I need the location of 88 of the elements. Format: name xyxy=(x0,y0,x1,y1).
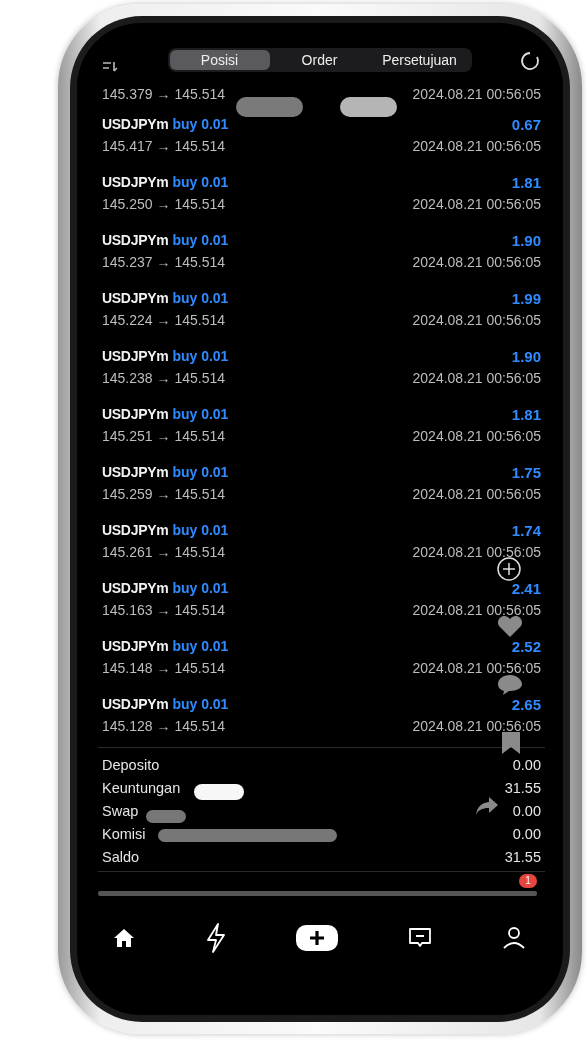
comment-icon[interactable] xyxy=(497,674,523,696)
order-side-label: buy 0.01 xyxy=(172,174,229,190)
order-side-label: buy 0.01 xyxy=(172,116,229,132)
price-range-label: 145.224 → 145.514 xyxy=(102,312,225,328)
profit-value: 1.75 xyxy=(511,463,541,481)
time-label: 2024.08.21 00:56:05 xyxy=(412,486,541,502)
summary-value: 31.55 xyxy=(504,848,541,865)
price-range-label: 145.417 → 145.514 xyxy=(102,138,225,154)
redaction-bar xyxy=(146,810,186,823)
order-side-label: buy 0.01 xyxy=(172,406,229,422)
profit-value: 1.74 xyxy=(511,521,541,539)
profit-value: 2.65 xyxy=(511,695,541,713)
profit-value: 0.67 xyxy=(511,115,541,133)
order-side-label: buy 0.01 xyxy=(172,696,229,712)
tab[interactable]: Persetujuan xyxy=(369,50,470,70)
time-label: 2024.08.21 00:56:05 xyxy=(412,602,541,618)
home-icon[interactable] xyxy=(112,927,135,949)
summary-value: 0.00 xyxy=(512,802,541,819)
order-side-label: buy 0.01 xyxy=(172,522,229,538)
symbol-label: USDJPYm xyxy=(102,638,169,654)
symbol-label: USDJPYm xyxy=(102,116,169,132)
order-side-label: buy 0.01 xyxy=(172,580,229,596)
summary-value: 0.00 xyxy=(512,756,541,773)
camera-pill xyxy=(340,97,397,117)
notification-badge: 1 xyxy=(519,874,537,888)
symbol-label: USDJPYm xyxy=(102,348,169,364)
redaction-bar xyxy=(194,784,244,800)
order-side-label: buy 0.01 xyxy=(172,464,229,480)
bookmark-icon[interactable] xyxy=(501,731,521,755)
order-side-label: buy 0.01 xyxy=(172,348,229,364)
price-range-label: 145.250 → 145.514 xyxy=(102,196,225,212)
summary-label: Deposito xyxy=(102,756,160,773)
summary-value: 31.55 xyxy=(504,779,541,796)
time-label: 2024.08.21 00:56:05 xyxy=(412,660,541,676)
camera-pill xyxy=(236,97,303,117)
time-label: 2024.08.21 00:56:05 xyxy=(412,312,541,328)
symbol-label: USDJPYm xyxy=(102,696,169,712)
profile-icon[interactable] xyxy=(502,926,527,950)
share-icon[interactable] xyxy=(475,796,499,816)
profit-value: 2.41 xyxy=(511,579,541,597)
summary-value: 0.00 xyxy=(512,825,541,842)
price-range-label: 145.237 → 145.514 xyxy=(102,254,225,270)
time-label: 2024.08.21 00:56:05 xyxy=(412,138,541,154)
profit-value: 2.52 xyxy=(511,637,541,655)
tab[interactable]: Order xyxy=(269,50,370,70)
time-label: 2024.08.21 00:56:05 xyxy=(412,85,541,102)
symbol-label: USDJPYm xyxy=(102,522,169,538)
create-button[interactable] xyxy=(296,925,339,951)
profit-value: 1.81 xyxy=(511,405,541,423)
summary-label: Keuntungan xyxy=(102,779,181,796)
price-range-label: 145.379 → 145.514 xyxy=(102,85,225,102)
symbol-label: USDJPYm xyxy=(102,580,169,596)
price-range-label: 145.261 → 145.514 xyxy=(102,544,225,560)
profit-value: 1.99 xyxy=(511,289,541,307)
time-label: 2024.08.21 00:56:05 xyxy=(412,718,541,734)
profit-value: 1.90 xyxy=(511,231,541,249)
symbol-label: USDJPYm xyxy=(102,232,169,248)
order-side-label: buy 0.01 xyxy=(172,290,229,306)
summary-label: Komisi xyxy=(102,825,146,842)
profit-value: 1.81 xyxy=(511,173,541,191)
heart-icon[interactable] xyxy=(497,616,523,638)
order-side-label: buy 0.01 xyxy=(172,638,229,654)
symbol-label: USDJPYm xyxy=(102,464,169,480)
price-range-label: 145.128 → 145.514 xyxy=(102,718,225,734)
lightning-icon[interactable] xyxy=(204,923,227,953)
refresh-icon[interactable] xyxy=(519,50,541,72)
symbol-label: USDJPYm xyxy=(102,174,169,190)
message-icon[interactable] xyxy=(408,926,433,950)
time-label: 2024.08.21 00:56:05 xyxy=(412,254,541,270)
plus-icon xyxy=(308,929,327,947)
time-label: 2024.08.21 00:56:05 xyxy=(412,544,541,560)
price-range-label: 145.238 → 145.514 xyxy=(102,370,225,386)
plus-circle-icon[interactable] xyxy=(497,557,521,581)
symbol-label: USDJPYm xyxy=(102,406,169,422)
time-label: 2024.08.21 00:56:05 xyxy=(412,428,541,444)
time-label: 2024.08.21 00:56:05 xyxy=(412,370,541,386)
time-label: 2024.08.21 00:56:05 xyxy=(412,196,541,212)
sort-icon[interactable] xyxy=(102,60,120,72)
order-side-label: buy 0.01 xyxy=(172,232,229,248)
summary-label: Swap xyxy=(102,802,139,819)
price-range-label: 145.163 → 145.514 xyxy=(102,602,225,618)
profit-value: 1.90 xyxy=(511,347,541,365)
summary-label: Saldo xyxy=(102,848,140,865)
price-range-label: 145.251 → 145.514 xyxy=(102,428,225,444)
symbol-label: USDJPYm xyxy=(102,290,169,306)
price-range-label: 145.259 → 145.514 xyxy=(102,486,225,502)
price-range-label: 145.148 → 145.514 xyxy=(102,660,225,676)
tab[interactable]: Posisi xyxy=(169,50,270,70)
